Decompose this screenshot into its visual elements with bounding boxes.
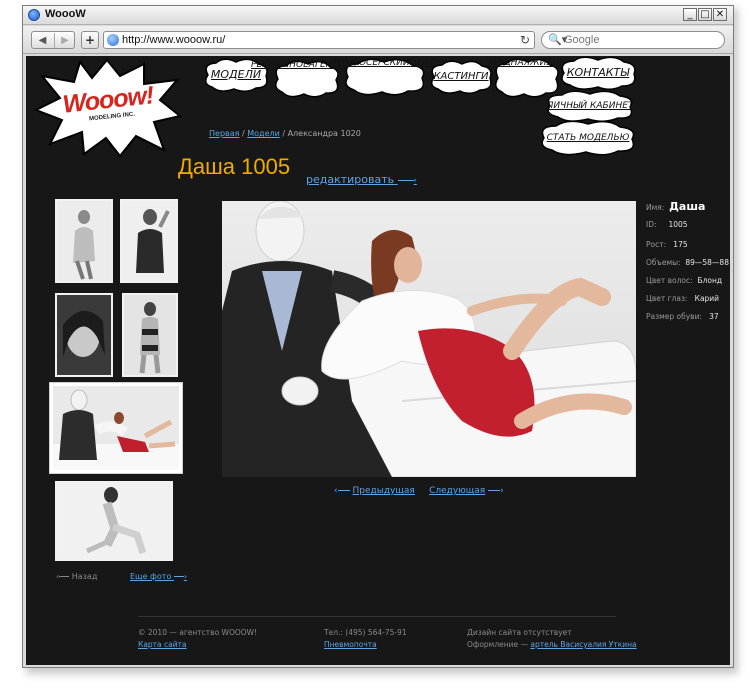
eye-color-value: Карий — [694, 294, 720, 303]
page-content: Wooow! MODELING INC. МОДЕЛИ РЕКЛАМНОЕ АГЕ… — [26, 56, 730, 665]
previous-link[interactable]: Предыдущая — [352, 486, 414, 496]
model-photo-thumbnail — [122, 201, 176, 281]
photo-pager: ‹ Предыдущая Следующая › — [334, 486, 504, 496]
reload-icon[interactable]: ↻ — [520, 33, 530, 47]
more-photos-link[interactable]: Еще фото › — [130, 572, 187, 581]
menu-label: СТАТЬ МОДЕЛЬЮ — [546, 133, 630, 143]
model-photo-thumbnail — [57, 483, 171, 559]
history-buttons: ◀ ▶ — [31, 31, 75, 49]
address-bar[interactable]: http://www.wooow.ru/ ↻ — [103, 31, 535, 49]
minimize-button[interactable]: _ — [683, 8, 697, 21]
menu-label: ЛИЧНЫЙ КАБИНЕТ — [546, 101, 634, 111]
arrow-head-icon: › — [500, 486, 504, 496]
right-arrow-line-icon — [488, 490, 501, 491]
arrow-head-icon: › — [413, 175, 417, 185]
title-bar: WoooW _ □ ✕ — [23, 6, 733, 25]
footer-contact-block: Тел.: (495) 564-75-91 Пневмопочта — [324, 627, 407, 651]
new-tab-button[interactable]: + — [81, 31, 99, 49]
breadcrumb: Первая / Модели / Александра 1020 — [209, 129, 361, 138]
back-link[interactable]: ‹ Назад — [56, 572, 97, 581]
menu-item-contacts[interactable]: КОНТАКТЫ — [558, 56, 638, 90]
menu-item-become-model[interactable]: СТАТЬ МОДЕЛЬЮ — [538, 120, 638, 156]
arrow-head-icon: › — [183, 572, 188, 581]
right-arrow-icon — [397, 179, 414, 181]
breadcrumb-first[interactable]: Первая — [209, 129, 239, 138]
name-value: Даша — [669, 200, 706, 213]
height-label: Рост: — [646, 240, 667, 249]
model-photo — [222, 201, 636, 477]
footer-copyright-block: © 2010 — агентство WOOOW! Карта сайта — [138, 627, 257, 651]
menu-item-castings[interactable]: КАСТИНГИ — [428, 60, 494, 94]
breadcrumb-current: Александра 1020 — [287, 129, 361, 138]
back-link-label: Назад — [71, 572, 98, 581]
edit-link[interactable]: редактировать › — [306, 173, 417, 186]
model-photo-thumbnail — [57, 201, 111, 281]
next-link[interactable]: Следующая — [429, 486, 485, 496]
left-arrow-icon: ‹ — [334, 486, 338, 496]
menu-label-line1: РЕКЛАМНОЕ — [251, 60, 309, 70]
shoe-size-label: Размер обуви: — [646, 312, 702, 321]
edit-link-label: редактировать — [306, 173, 395, 186]
eye-color-label: Цвет глаз: — [646, 294, 688, 303]
back-arrow-icon[interactable]: ◀ — [32, 33, 53, 48]
studio-link[interactable]: артель Васисуалия Уткина — [530, 640, 636, 649]
styling-prefix: Оформление — — [467, 640, 531, 649]
menu-label-line1: МОДНАЯ — [488, 58, 530, 68]
measures-label: Объемы: — [646, 258, 681, 267]
globe-icon — [107, 34, 119, 46]
sitemap-link[interactable]: Карта сайта — [138, 640, 187, 649]
id-value: 1005 — [668, 220, 688, 229]
menu-label: КОНТАКТЫ — [566, 66, 630, 79]
thumbnail-photo[interactable] — [55, 293, 113, 377]
breadcrumb-separator: / — [279, 129, 288, 138]
page-title: Даша 1005 — [178, 154, 291, 179]
right-arrow-icon — [173, 576, 184, 577]
height-value: 175 — [673, 240, 688, 249]
hair-color-label: Цвет волос: — [646, 276, 693, 285]
menu-label-line1: ПРОДЮСЕРСКИЙ — [330, 58, 410, 68]
shoe-size-value: 37 — [709, 312, 719, 321]
search-input[interactable] — [564, 33, 714, 47]
url-text: http://www.wooow.ru/ — [122, 34, 226, 46]
thumbnail-photo[interactable] — [122, 293, 178, 377]
close-button[interactable]: ✕ — [713, 8, 727, 21]
menu-item-cabinet[interactable]: ЛИЧНЫЙ КАБИНЕТ — [544, 90, 636, 122]
thumbnail-photo-active[interactable] — [49, 382, 183, 474]
left-arrow-line-icon — [59, 576, 70, 577]
maximize-button[interactable]: □ — [698, 8, 712, 21]
thumbnail-photo[interactable] — [55, 481, 173, 561]
forward-arrow-icon[interactable]: ▶ — [54, 33, 75, 48]
model-photo-thumbnail — [124, 295, 176, 375]
mail-link[interactable]: Пневмопочта — [324, 640, 377, 649]
id-label: ID: — [646, 220, 657, 229]
measures-value: 89—58—88 — [685, 258, 729, 267]
main-photo[interactable] — [222, 201, 636, 477]
menu-item-producer[interactable]: ПРОДЮСЕРСКИЙ ЦЕНТР — [330, 58, 440, 96]
site-logo[interactable]: Wooow! MODELING INC. — [32, 58, 183, 158]
footer-design-block: Дизайн сайта отсутствует Оформление — ар… — [467, 627, 637, 651]
model-photo-thumbnail — [53, 386, 179, 470]
navigation-toolbar: ◀ ▶ + http://www.wooow.ru/ ↻ 🔍▾ — [23, 26, 733, 54]
phone-text: Тел.: (495) 564-75-91 — [324, 628, 407, 637]
browser-window: WoooW _ □ ✕ ◀ ▶ + http://www.wooow.ru/ ↻… — [22, 5, 734, 668]
design-text: Дизайн сайта отсутствует — [467, 628, 572, 637]
window-title: WoooW — [45, 8, 86, 20]
browser-app-icon — [28, 9, 40, 21]
search-box[interactable]: 🔍▾ — [541, 31, 725, 49]
footer-divider — [138, 616, 616, 617]
thumbnail-photo[interactable] — [120, 199, 178, 283]
menu-label: КАСТИНГИ — [433, 71, 489, 82]
copyright-text: © 2010 — агентство WOOOW! — [138, 628, 258, 637]
thumbnail-photo[interactable] — [55, 199, 113, 283]
model-photo-thumbnail — [57, 295, 111, 375]
hair-color-value: Блонд — [697, 276, 723, 285]
breadcrumb-models[interactable]: Модели — [247, 129, 280, 138]
left-arrow-line-icon — [337, 490, 350, 491]
more-photos-label: Еще фото — [130, 572, 172, 581]
name-label: Имя: — [646, 203, 665, 212]
menu-label: ПРОДЮСЕРСКИЙ ЦЕНТР — [330, 58, 440, 96]
